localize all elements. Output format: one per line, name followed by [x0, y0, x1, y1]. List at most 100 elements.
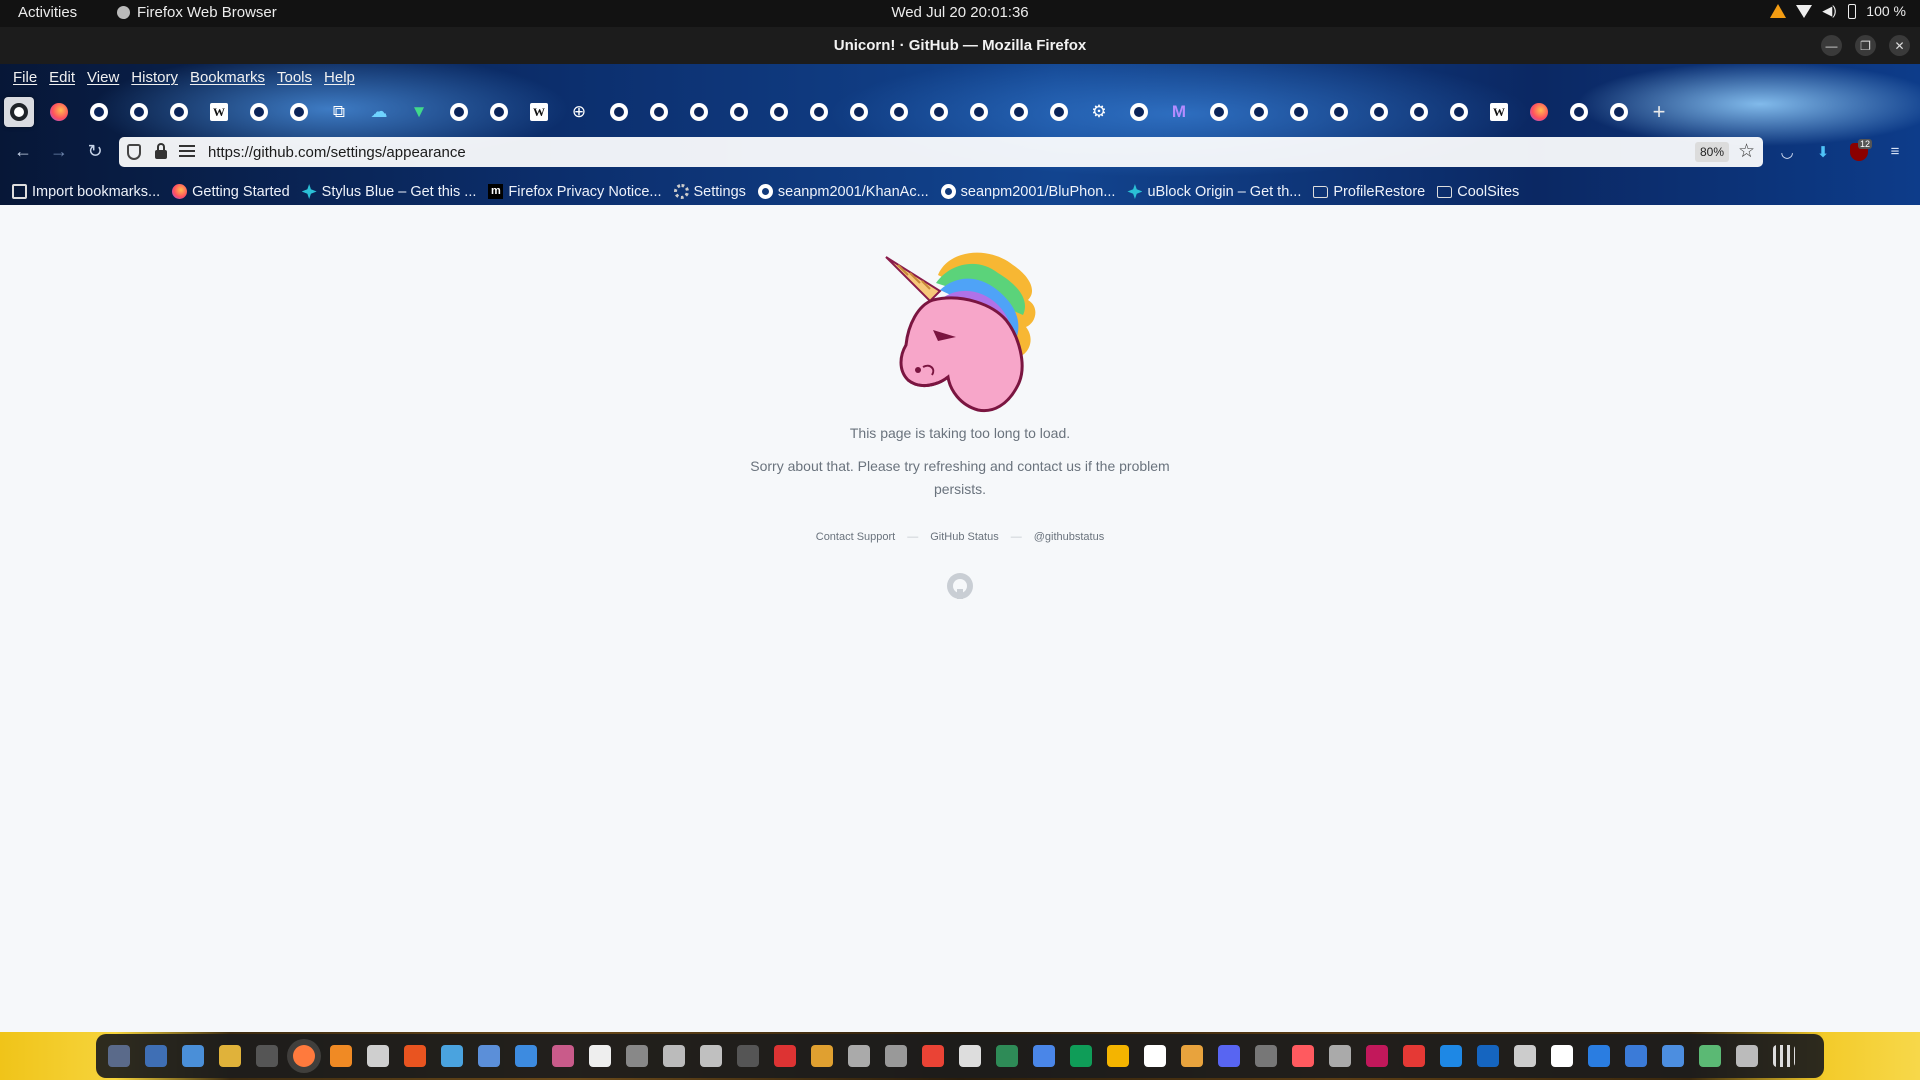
dock-app-icon[interactable]: [1033, 1045, 1055, 1067]
dock-app-icon[interactable]: [959, 1045, 981, 1067]
zoom-indicator[interactable]: 80%: [1694, 142, 1729, 162]
bookmark-item[interactable]: seanpm2001/BluPhon...: [940, 184, 1115, 200]
minimize-button[interactable]: —: [1821, 35, 1842, 56]
permissions-icon[interactable]: [179, 145, 195, 159]
menu-view[interactable]: View: [81, 69, 125, 86]
bookmark-item[interactable]: seanpm2001/KhanAc...: [757, 184, 929, 200]
dock-app-icon[interactable]: [515, 1045, 537, 1067]
address-bar[interactable]: https://github.com/settings/appearance 8…: [119, 137, 1763, 167]
dock-app-icon[interactable]: [441, 1045, 463, 1067]
tab[interactable]: [1564, 97, 1594, 127]
menu-edit[interactable]: Edit: [43, 69, 81, 86]
dock-app-icon[interactable]: [774, 1045, 796, 1067]
github-octocat-icon[interactable]: [947, 573, 973, 599]
tab[interactable]: W: [204, 97, 234, 127]
dock-app-icon[interactable]: [293, 1045, 315, 1067]
dock-app-icon[interactable]: [1588, 1045, 1610, 1067]
dock-app-icon[interactable]: [663, 1045, 685, 1067]
tab[interactable]: [1604, 97, 1634, 127]
dock-app-icon[interactable]: [811, 1045, 833, 1067]
dock-app-icon[interactable]: [1662, 1045, 1684, 1067]
tab[interactable]: [924, 97, 954, 127]
tab[interactable]: ⧉: [324, 97, 354, 127]
dock-app-icon[interactable]: [626, 1045, 648, 1067]
dock-app-icon[interactable]: [1107, 1045, 1129, 1067]
close-button[interactable]: ✕: [1889, 35, 1910, 56]
tab[interactable]: [1404, 97, 1434, 127]
back-button[interactable]: ←: [11, 141, 35, 162]
dock-app-icon[interactable]: [256, 1045, 278, 1067]
bookmark-item[interactable]: Settings: [673, 184, 746, 200]
menu-history[interactable]: History: [125, 69, 184, 86]
tab[interactable]: ▼: [404, 97, 434, 127]
tab[interactable]: [44, 97, 74, 127]
tab[interactable]: [964, 97, 994, 127]
tab[interactable]: [1204, 97, 1234, 127]
hamburger-menu-icon[interactable]: ≡: [1885, 143, 1905, 163]
new-tab-button[interactable]: +: [1644, 97, 1674, 127]
dock-app-icon[interactable]: [108, 1045, 130, 1067]
dock-app-icon[interactable]: [404, 1045, 426, 1067]
dock-app-icon[interactable]: [1736, 1045, 1758, 1067]
dock-app-icon[interactable]: [330, 1045, 352, 1067]
dock-app-icon[interactable]: [182, 1045, 204, 1067]
dock-app-icon[interactable]: [1329, 1045, 1351, 1067]
tab[interactable]: [4, 97, 34, 127]
dock-app-icon[interactable]: [589, 1045, 611, 1067]
bookmark-item[interactable]: Stylus Blue – Get this ...: [301, 184, 476, 200]
tab[interactable]: [1244, 97, 1274, 127]
dock-app-icon[interactable]: [1144, 1045, 1166, 1067]
tab[interactable]: ☁: [364, 97, 394, 127]
tab[interactable]: [1004, 97, 1034, 127]
tab[interactable]: [484, 97, 514, 127]
github-status-link[interactable]: GitHub Status: [930, 531, 998, 543]
clock[interactable]: Wed Jul 20 20:01:36: [0, 4, 1920, 21]
tab[interactable]: W: [1484, 97, 1514, 127]
tab[interactable]: [884, 97, 914, 127]
dock-app-icon[interactable]: [1551, 1045, 1573, 1067]
dock-app-icon[interactable]: [1440, 1045, 1462, 1067]
pocket-icon[interactable]: ◡: [1777, 143, 1797, 163]
tab[interactable]: [1124, 97, 1154, 127]
show-applications-icon[interactable]: [1773, 1045, 1795, 1067]
dock-app-icon[interactable]: [478, 1045, 500, 1067]
tab[interactable]: [1364, 97, 1394, 127]
tab[interactable]: [684, 97, 714, 127]
tab[interactable]: [1524, 97, 1554, 127]
menu-tools[interactable]: Tools: [271, 69, 318, 86]
dock-app-icon[interactable]: [219, 1045, 241, 1067]
bookmark-star-icon[interactable]: ☆: [1738, 140, 1755, 163]
tab[interactable]: [1284, 97, 1314, 127]
menu-bookmarks[interactable]: Bookmarks: [184, 69, 271, 86]
lock-icon[interactable]: [155, 143, 167, 159]
tracking-protection-icon[interactable]: [127, 144, 141, 160]
dock-app-icon[interactable]: [145, 1045, 167, 1067]
dock-app-icon[interactable]: [1403, 1045, 1425, 1067]
dock-app-icon[interactable]: [737, 1045, 759, 1067]
bookmark-item[interactable]: Getting Started: [172, 184, 290, 200]
tab[interactable]: M: [1164, 97, 1194, 127]
reload-button[interactable]: ↻: [83, 141, 107, 162]
dock-app-icon[interactable]: [1625, 1045, 1647, 1067]
system-tray[interactable]: ◀) 100 %: [1770, 3, 1906, 19]
tab[interactable]: [244, 97, 274, 127]
dock-app-icon[interactable]: [1218, 1045, 1240, 1067]
tab[interactable]: [444, 97, 474, 127]
bookmark-item[interactable]: CoolSites: [1437, 184, 1519, 200]
contact-support-link[interactable]: Contact Support: [816, 531, 896, 543]
tab[interactable]: [84, 97, 114, 127]
dock-app-icon[interactable]: [996, 1045, 1018, 1067]
tab[interactable]: [764, 97, 794, 127]
tab[interactable]: [604, 97, 634, 127]
dock-app-icon[interactable]: [1699, 1045, 1721, 1067]
bookmark-item[interactable]: ProfileRestore: [1313, 184, 1425, 200]
tab[interactable]: [804, 97, 834, 127]
dock-app-icon[interactable]: [1514, 1045, 1536, 1067]
tab[interactable]: [1444, 97, 1474, 127]
dock-app-icon[interactable]: [552, 1045, 574, 1067]
menu-file[interactable]: File: [7, 69, 43, 86]
tab[interactable]: ⚙: [1084, 97, 1114, 127]
tab[interactable]: [124, 97, 154, 127]
dock-app-icon[interactable]: [1181, 1045, 1203, 1067]
tab[interactable]: [724, 97, 754, 127]
